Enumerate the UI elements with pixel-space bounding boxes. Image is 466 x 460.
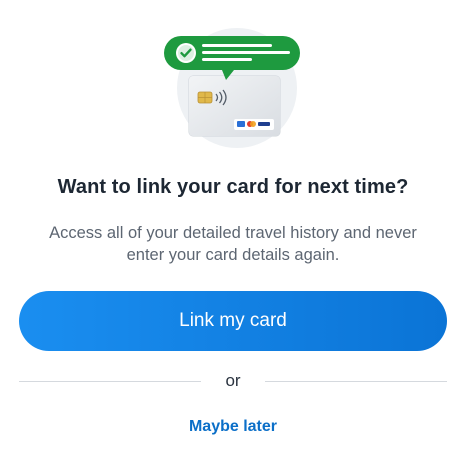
maybe-later-link[interactable]: Maybe later bbox=[0, 418, 466, 436]
divider-line-right bbox=[265, 381, 447, 382]
card-illustration bbox=[162, 18, 312, 148]
description-text: Access all of your detailed travel histo… bbox=[49, 224, 417, 264]
or-divider: or bbox=[19, 370, 447, 392]
page-title: Want to link your card for next time? bbox=[57, 176, 409, 198]
contactless-card-icon bbox=[164, 28, 300, 148]
link-card-button[interactable]: Link my card bbox=[19, 291, 447, 351]
